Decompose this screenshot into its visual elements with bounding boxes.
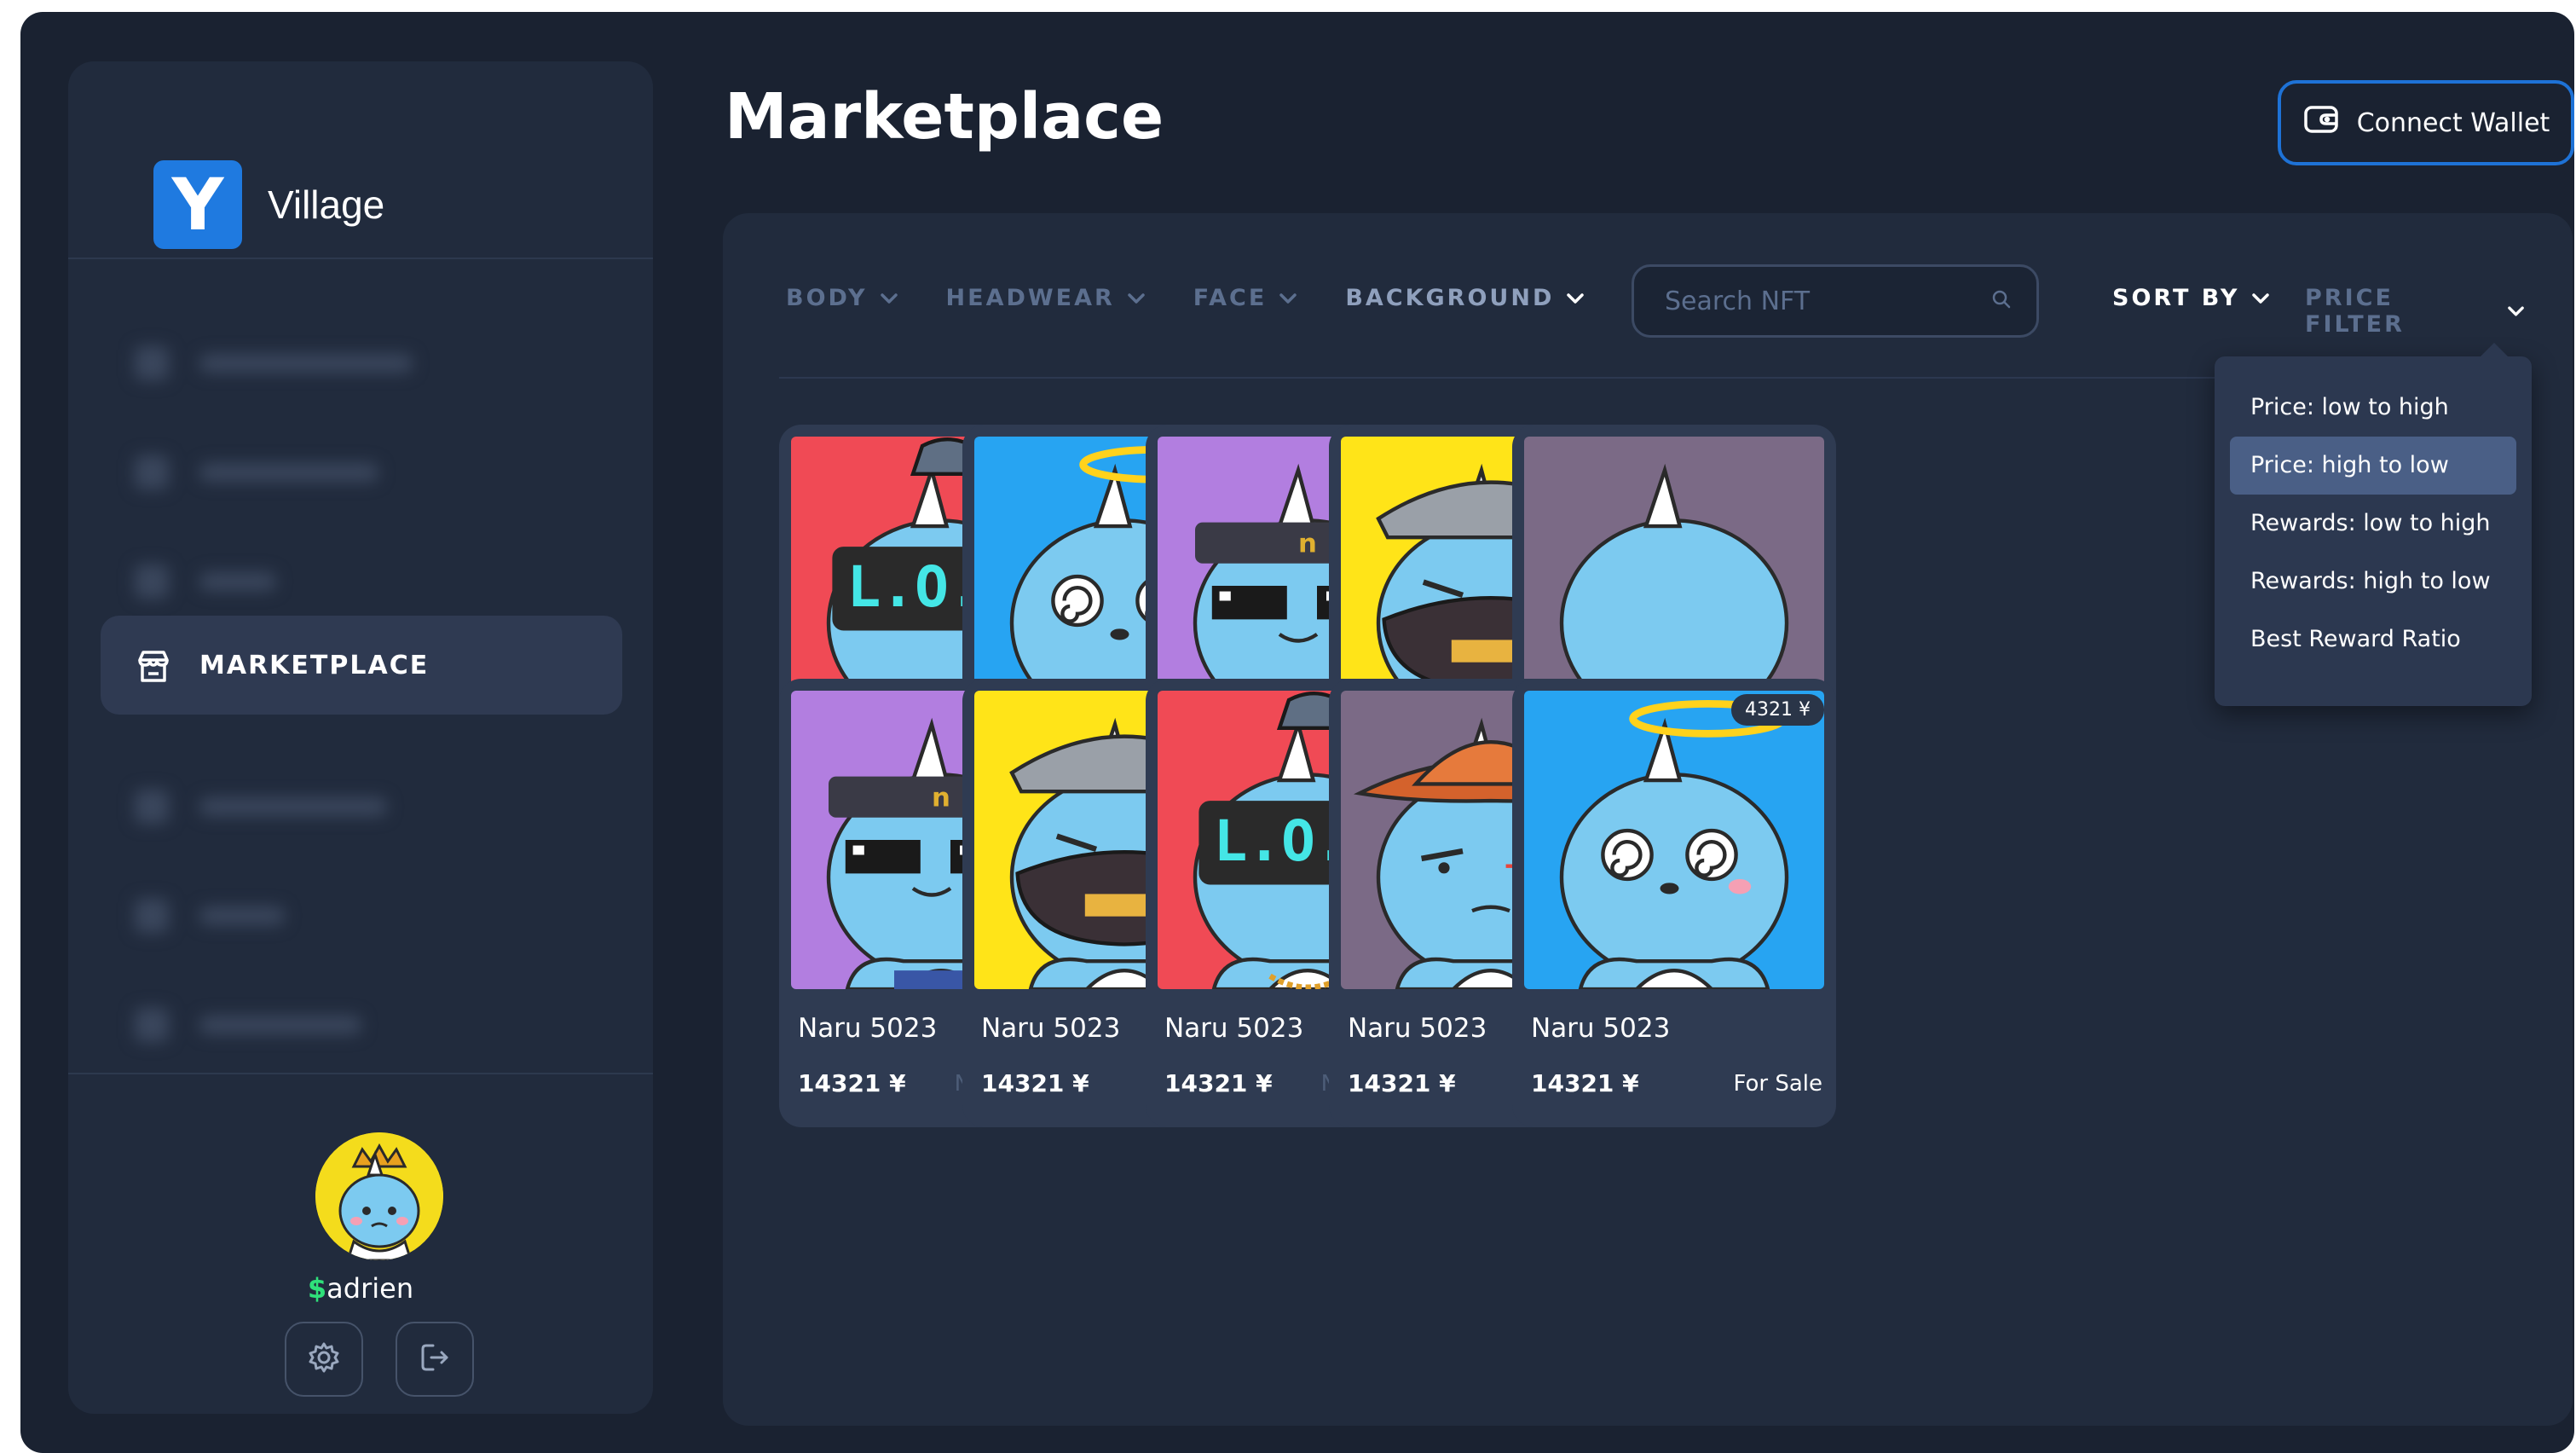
filter-headwear-label: HEADWEAR (945, 285, 1115, 311)
chevron-down-icon (1128, 292, 1145, 304)
nft-card[interactable]: 4321 ¥ Naru 5023 14321 ¥ For Sale (1512, 679, 1836, 1127)
chevron-down-icon (880, 292, 898, 304)
sale-status: For Sale (1733, 1071, 1822, 1097)
menu-pointer (2481, 343, 2508, 356)
nft-price: 14321 ¥ (981, 1069, 1089, 1097)
username: $adrien (68, 1272, 653, 1305)
filter-headwear[interactable]: HEADWEAR (946, 285, 1146, 311)
nft-name: Naru 5023 (981, 1013, 1121, 1044)
svg-text:n: n (1298, 529, 1317, 559)
sidebar-item-label (199, 354, 413, 373)
logout-button[interactable] (396, 1322, 474, 1397)
filter-background[interactable]: BACKGROUND (1345, 285, 1585, 311)
brand-logo[interactable]: Y Village (153, 160, 384, 249)
search-icon (1990, 288, 2013, 314)
sidebar-item-2[interactable] (101, 423, 622, 522)
app-window: Y Village MARKETPLACE $adrien Marketplac… (20, 12, 2574, 1453)
filter-face[interactable]: FACE (1193, 285, 1298, 311)
sidebar-item-label (199, 906, 285, 925)
price-badge: 4321 ¥ (1731, 694, 1824, 726)
sidebar: Y Village MARKETPLACE $adrien (68, 61, 653, 1414)
connect-wallet-label: Connect Wallet (2356, 107, 2550, 138)
nav-icon (135, 564, 169, 599)
nft-price: 14321 ¥ (1531, 1069, 1639, 1097)
chevron-down-icon (2252, 292, 2270, 304)
trait-filters: BODY HEADWEAR FACE BACKGROUND (786, 285, 1632, 311)
chevron-down-icon (1279, 292, 1297, 304)
sidebar-item-5[interactable] (101, 757, 622, 856)
username-text: adrien (326, 1272, 414, 1305)
sidebar-item-7[interactable] (101, 975, 622, 1074)
menu-item-rewards-low-high[interactable]: Rewards: low to high (2230, 495, 2516, 553)
sidebar-item-1[interactable] (101, 314, 622, 413)
wallet-icon (2302, 102, 2357, 143)
sidebar-divider (68, 258, 653, 259)
nft-name: Naru 5023 (1164, 1013, 1304, 1044)
menu-item-price-low-high[interactable]: Price: low to high (2230, 379, 2516, 437)
sidebar-item-marketplace[interactable]: MARKETPLACE (101, 616, 622, 715)
logout-icon (418, 1340, 452, 1378)
page-title: Marketplace (725, 80, 1164, 153)
nav-icon (135, 1008, 169, 1042)
search-input[interactable] (1663, 285, 1990, 317)
sidebar-item-label: MARKETPLACE (199, 650, 430, 680)
sidebar-item-6[interactable] (101, 866, 622, 965)
filter-body-label: BODY (786, 285, 868, 311)
price-filter-dropdown[interactable]: PRICE FILTER (2305, 285, 2525, 338)
sidebar-divider (68, 1073, 653, 1074)
menu-item-rewards-high-low[interactable]: Rewards: high to low (2230, 553, 2516, 611)
nft-price: 14321 ¥ (798, 1069, 906, 1097)
panel-divider (779, 377, 2450, 379)
nft-image[interactable] (1524, 691, 1824, 989)
nft-name: Naru 5023 (1531, 1013, 1671, 1044)
nft-price: 14321 ¥ (1348, 1069, 1456, 1097)
filter-body[interactable]: BODY (786, 285, 898, 311)
logo-mark: Y (153, 160, 242, 249)
nav-icon (135, 790, 169, 824)
nft-price: 14321 ¥ (1164, 1069, 1273, 1097)
nav-icon (135, 346, 169, 380)
sidebar-item-label (199, 1016, 361, 1034)
sidebar-item-label (199, 797, 387, 816)
nft-name: Naru 5023 (1348, 1013, 1487, 1044)
menu-item-price-high-low[interactable]: Price: high to low (2230, 437, 2516, 495)
app-name: Village (268, 182, 385, 227)
nav-icon (135, 899, 169, 933)
connect-wallet-button[interactable]: Connect Wallet (2278, 80, 2574, 165)
price-filter-menu: Price: low to high Price: high to low Re… (2215, 343, 2532, 706)
sidebar-item-label (199, 463, 378, 482)
sort-by-dropdown[interactable]: SORT BY (2112, 285, 2270, 311)
menu-item-best-reward-ratio[interactable]: Best Reward Ratio (2230, 611, 2516, 669)
svg-text:n: n (932, 783, 950, 813)
currency-symbol: $ (307, 1272, 327, 1305)
store-icon (135, 648, 169, 682)
sort-by-label: SORT BY (2112, 285, 2240, 311)
avatar[interactable] (315, 1132, 443, 1260)
sidebar-item-label (199, 572, 276, 591)
chevron-down-icon (2508, 306, 2524, 316)
gear-icon (307, 1340, 341, 1378)
settings-button[interactable] (285, 1322, 363, 1397)
nft-name: Naru 5023 (798, 1013, 938, 1044)
price-filter-label: PRICE FILTER (2305, 285, 2405, 338)
search-box[interactable] (1632, 264, 2039, 338)
nav-icon (135, 455, 169, 489)
filter-background-label: BACKGROUND (1345, 285, 1555, 311)
filter-face-label: FACE (1193, 285, 1268, 311)
chevron-down-icon (1567, 292, 1585, 304)
